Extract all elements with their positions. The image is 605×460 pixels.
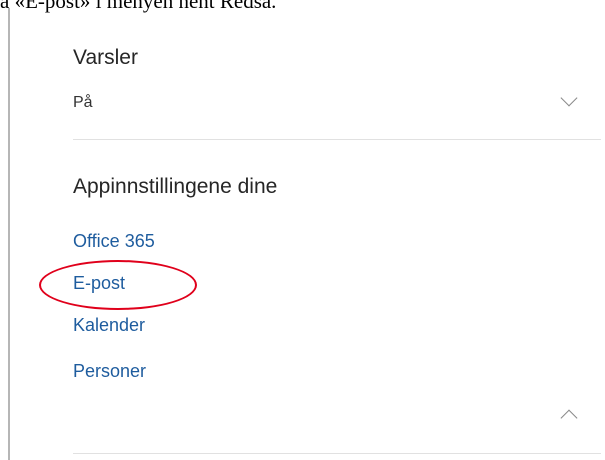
link-personer[interactable]: Personer xyxy=(73,361,146,382)
section-divider-bottom xyxy=(73,453,601,454)
instruction-text: a «E-post» i menyen nent Redsa. xyxy=(0,0,277,13)
notifications-value: På xyxy=(73,94,93,111)
link-kalender[interactable]: Kalender xyxy=(73,315,145,336)
chevron-up-icon[interactable] xyxy=(560,409,578,427)
settings-page: a «E-post» i menyen nent Redsa. Varsler … xyxy=(0,0,605,460)
link-office-365[interactable]: Office 365 xyxy=(73,231,155,252)
section-divider xyxy=(73,139,601,140)
app-settings-title: Appinnstillingene dine xyxy=(73,175,278,198)
notifications-title: Varsler xyxy=(73,46,138,69)
chevron-down-icon[interactable] xyxy=(560,89,578,107)
panel-left-border xyxy=(8,8,10,460)
link-e-post[interactable]: E-post xyxy=(73,273,125,294)
